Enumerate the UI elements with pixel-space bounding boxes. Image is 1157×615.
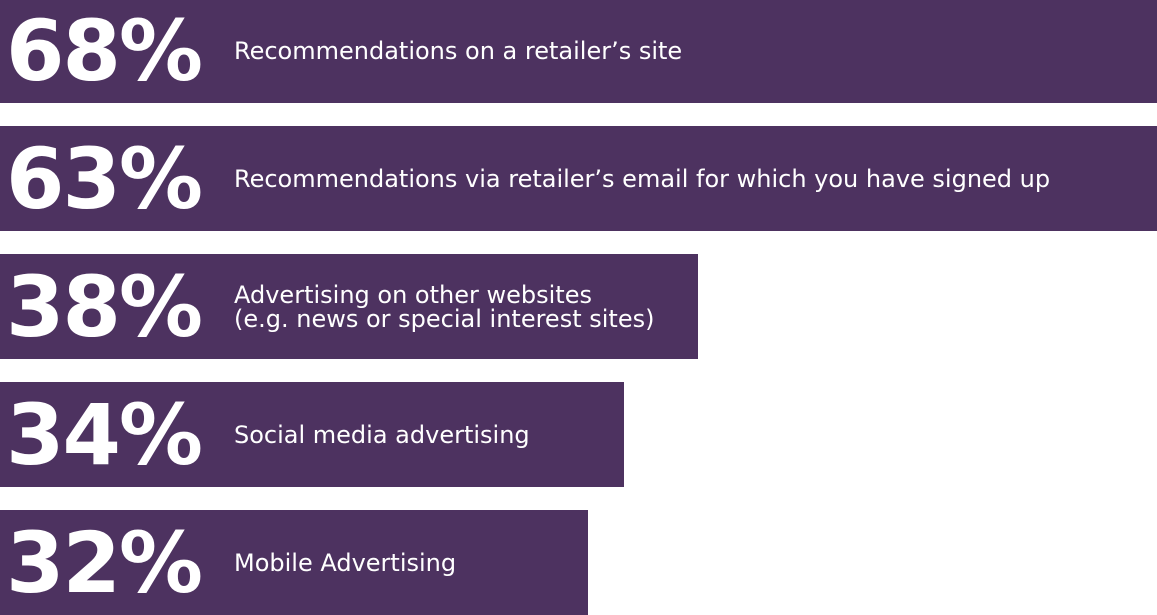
bar: 63% Recommendations via retailer’s email … <box>0 126 1157 231</box>
bar-chart: 68% Recommendations on a retailer’s site 6… <box>0 0 1157 615</box>
bar-category-label: Advertising on other websites (e.g. news… <box>234 280 655 333</box>
bar: 68% Recommendations on a retailer’s site <box>0 0 1157 103</box>
bar-category-label: Recommendations via retailer’s email for… <box>234 164 1051 193</box>
bar-value-label: 38% <box>6 257 203 356</box>
bar-category-label: Mobile Advertising <box>234 548 457 577</box>
bar-value-label: 34% <box>6 385 203 484</box>
bar-category-label: Recommendations on a retailer’s site <box>234 36 683 65</box>
bar-value-label: 63% <box>6 129 203 228</box>
bar-value-label: 32% <box>6 513 203 612</box>
bar: 32% Mobile Advertising <box>0 510 588 615</box>
bar: 34% Social media advertising <box>0 382 624 487</box>
bar-value-label: 68% <box>6 1 203 100</box>
bar: 38% Advertising on other websites (e.g. n… <box>0 254 698 359</box>
bar-category-label: Social media advertising <box>234 420 530 449</box>
